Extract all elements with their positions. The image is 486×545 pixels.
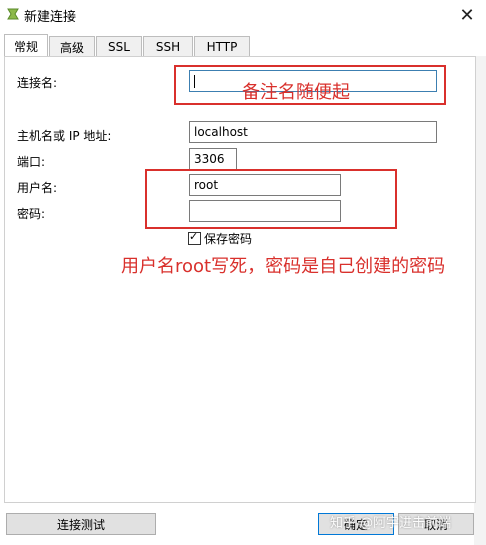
tab-ssh[interactable]: SSH	[143, 36, 193, 57]
host-input[interactable]: localhost	[189, 121, 437, 143]
tab-general[interactable]: 常规	[4, 34, 48, 58]
host-label: 主机名或 IP 地址:	[17, 129, 112, 143]
tab-ssl[interactable]: SSL	[96, 36, 142, 57]
credentials-annotation-box	[145, 169, 397, 229]
save-password-label: 保存密码	[204, 232, 253, 246]
connection-name-label: 连接名:	[17, 76, 58, 90]
tab-http[interactable]: HTTP	[194, 36, 250, 57]
credentials-annotation: 用户名root写死，密码是自己创建的密码	[121, 256, 446, 277]
window-title: 新建连接	[24, 10, 77, 25]
password-label: 密码:	[17, 207, 46, 221]
close-icon: ✕	[459, 4, 475, 26]
tab-advanced[interactable]: 高级	[49, 36, 95, 57]
connection-name-annotation: 备注名随便起	[242, 82, 350, 103]
watermark: 知乎 @阿宇进击前端	[330, 516, 452, 531]
port-label: 端口:	[17, 155, 46, 169]
title-bar: 新建连接 ✕	[0, 0, 486, 30]
save-password-checkbox[interactable]	[188, 230, 201, 245]
test-connection-button[interactable]: 连接测试	[6, 513, 156, 535]
username-label: 用户名:	[17, 181, 58, 195]
close-button[interactable]: ✕	[448, 0, 486, 30]
navicat-app-icon	[7, 8, 19, 20]
save-password-row[interactable]: 保存密码	[188, 230, 252, 247]
port-input[interactable]: 3306	[189, 148, 237, 170]
